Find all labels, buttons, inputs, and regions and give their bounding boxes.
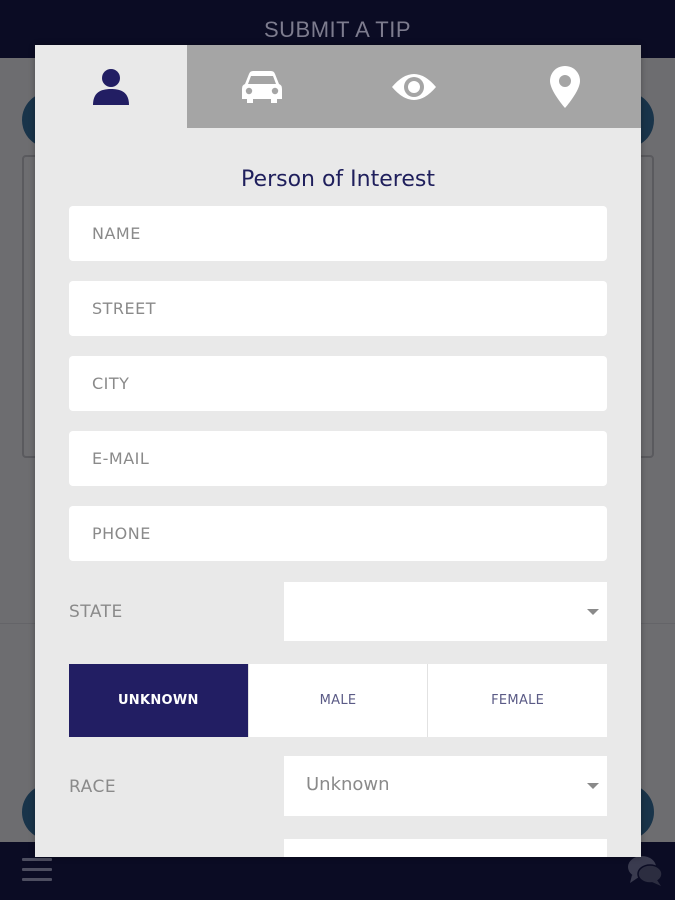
chevron-down-icon <box>587 783 599 789</box>
next-select-partial[interactable] <box>284 839 607 857</box>
state-label: STATE <box>69 602 123 622</box>
app-title: SUBMIT A TIP <box>263 17 411 42</box>
race-label: RACE <box>69 777 117 797</box>
tip-modal: Person of Interest STATE UNKNOWN MALE FE… <box>35 45 641 857</box>
state-select[interactable] <box>284 582 607 641</box>
category-tabs <box>35 45 641 128</box>
gender-segmented-control: UNKNOWN MALE FEMALE <box>69 664 608 737</box>
eye-icon <box>391 73 436 100</box>
tab-person[interactable] <box>35 45 187 128</box>
chat-bubbles-icon[interactable] <box>626 853 664 889</box>
race-value: Unknown <box>306 774 390 795</box>
gender-option-unknown[interactable]: UNKNOWN <box>69 664 248 737</box>
map-pin-icon <box>550 65 581 108</box>
street-input[interactable] <box>69 281 607 336</box>
tab-vehicle[interactable] <box>186 45 338 128</box>
car-icon <box>242 70 283 103</box>
race-select[interactable]: Unknown <box>284 756 607 816</box>
tab-location[interactable] <box>489 45 641 128</box>
chevron-down-icon <box>587 609 599 615</box>
gender-option-female[interactable]: FEMALE <box>427 664 608 737</box>
phone-input[interactable] <box>69 506 607 561</box>
gender-option-male[interactable]: MALE <box>247 664 428 737</box>
hamburger-menu-icon[interactable] <box>22 858 52 882</box>
tab-witness[interactable] <box>338 45 490 128</box>
name-input[interactable] <box>69 206 607 261</box>
section-title: Person of Interest <box>241 167 435 192</box>
email-input[interactable] <box>69 431 607 486</box>
city-input[interactable] <box>69 356 607 411</box>
person-icon <box>92 68 129 105</box>
